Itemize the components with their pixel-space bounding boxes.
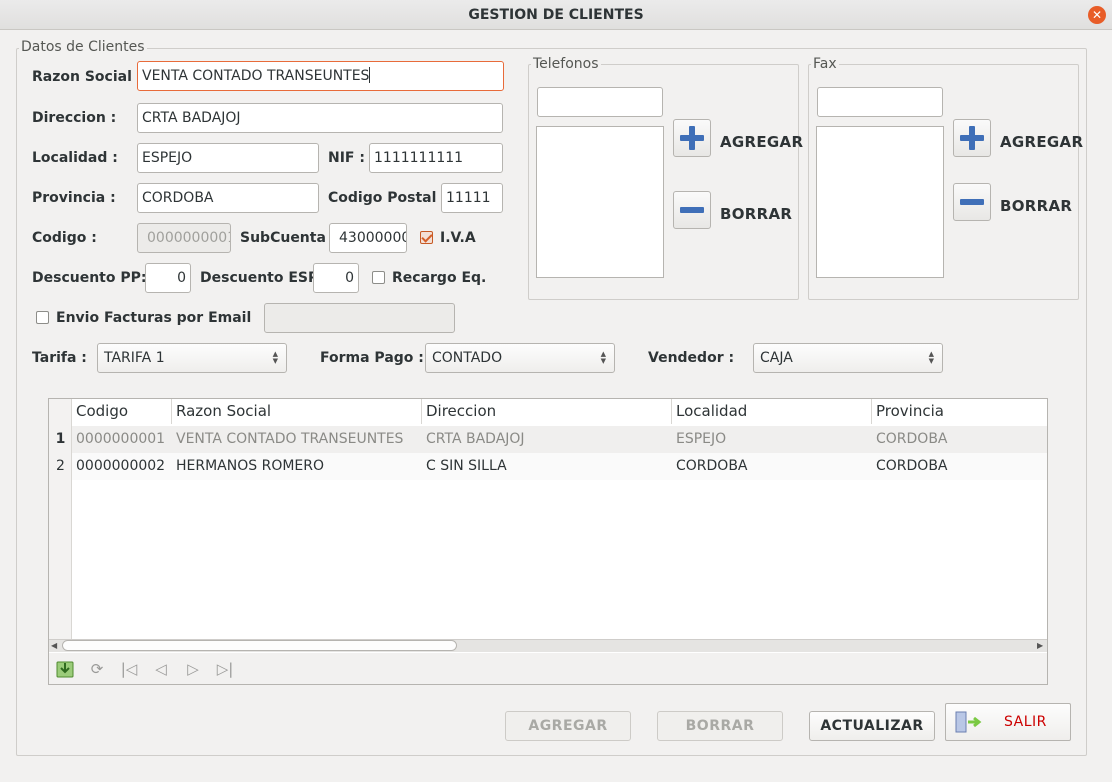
updown-icon: ▲ ▼	[272, 350, 278, 365]
recargo-checkbox[interactable]	[372, 271, 385, 284]
cell-codigo[interactable]: 0000000002	[72, 453, 165, 480]
tarifa-select[interactable]: TARIFA 1 ▲ ▼	[97, 343, 287, 373]
agregar-button[interactable]: AGREGAR	[505, 711, 631, 741]
minus-icon	[680, 207, 704, 213]
fax-input[interactable]	[817, 87, 943, 117]
tarifa-value: TARIFA 1	[104, 350, 165, 366]
datos-group-label: Datos de Clientes	[19, 39, 147, 55]
actualizar-button[interactable]: ACTUALIZAR	[809, 711, 935, 741]
fax-add-label: AGREGAR	[1000, 133, 1084, 151]
vendedor-select[interactable]: CAJA ▲ ▼	[753, 343, 943, 373]
codigo-postal-field[interactable]: 11111	[441, 183, 503, 213]
forma-pago-label: Forma Pago :	[320, 350, 424, 366]
column-header-provincia[interactable]: Provincia	[872, 399, 1047, 424]
telefonos-list[interactable]	[536, 126, 664, 278]
localidad-label: Localidad :	[32, 150, 118, 166]
iva-label: I.V.A	[440, 230, 476, 246]
save-record-icon[interactable]	[54, 658, 76, 680]
direccion-field[interactable]: CRTA BADAJOJ	[137, 103, 503, 133]
telefono-add-label: AGREGAR	[720, 133, 804, 151]
descuento-esp-label: Descuento ESP:	[200, 270, 324, 286]
column-header-codigo[interactable]: Codigo	[72, 399, 172, 424]
fax-group-label: Fax	[811, 56, 839, 72]
envio-email-checkbox[interactable]	[36, 311, 49, 324]
next-record-icon[interactable]: ▷	[182, 659, 204, 679]
scroll-left-icon[interactable]: ◀	[51, 639, 61, 652]
telefonos-group-label: Telefonos	[531, 56, 601, 72]
descuento-esp-field[interactable]: 0	[313, 263, 359, 293]
column-header-razon-social[interactable]: Razon Social	[172, 399, 422, 424]
exit-icon	[954, 710, 986, 734]
cell-provincia[interactable]: CORDOBA	[872, 453, 948, 480]
fax-del-button[interactable]	[953, 183, 991, 221]
forma-pago-select[interactable]: CONTADO ▲ ▼	[425, 343, 615, 373]
vendedor-value: CAJA	[760, 350, 793, 366]
nif-field[interactable]: 1111111111	[369, 143, 503, 173]
fax-del-label: BORRAR	[1000, 197, 1073, 215]
telefono-del-button[interactable]	[673, 191, 711, 229]
fax-list[interactable]	[816, 126, 944, 278]
borrar-button[interactable]: BORRAR	[657, 711, 783, 741]
descuento-pp-field[interactable]: 0	[145, 263, 191, 293]
column-header-localidad[interactable]: Localidad	[672, 399, 872, 424]
tarifa-label: Tarifa :	[32, 350, 87, 366]
plus-icon	[680, 126, 704, 150]
forma-pago-value: CONTADO	[432, 350, 503, 366]
scroll-right-icon[interactable]: ▶	[1037, 639, 1047, 652]
fax-add-button[interactable]	[953, 119, 991, 157]
salir-button[interactable]: SALIR	[945, 703, 1071, 741]
plus-icon	[960, 126, 984, 150]
cell-direccion[interactable]: CRTA BADAJOJ	[422, 426, 525, 453]
codigo-postal-label: Codigo Postal :	[328, 190, 447, 206]
localidad-field[interactable]: ESPEJO	[137, 143, 319, 173]
razon-social-field[interactable]: VENTA CONTADO TRANSEUNTES	[137, 61, 504, 91]
minus-icon	[960, 199, 984, 205]
subcuenta-field[interactable]: 43000000	[329, 223, 407, 253]
descuento-pp-label: Descuento PP:	[32, 270, 147, 286]
scrollbar-thumb[interactable]	[62, 640, 457, 651]
codigo-label: Codigo :	[32, 230, 97, 246]
cell-razon-social[interactable]: VENTA CONTADO TRANSEUNTES	[172, 426, 403, 453]
provincia-field[interactable]: CORDOBA	[137, 183, 319, 213]
telefono-add-button[interactable]	[673, 119, 711, 157]
cell-provincia[interactable]: CORDOBA	[872, 426, 948, 453]
recargo-label: Recargo Eq.	[392, 270, 487, 286]
vendedor-label: Vendedor :	[648, 350, 735, 366]
cell-razon-social[interactable]: HERMANOS ROMERO	[172, 453, 324, 480]
subcuenta-label: SubCuenta :	[240, 230, 337, 246]
nif-label: NIF :	[328, 150, 365, 166]
provincia-label: Provincia :	[32, 190, 116, 206]
email-field	[264, 303, 455, 333]
updown-icon: ▲ ▼	[928, 350, 934, 365]
codigo-field: 0000000001	[137, 223, 231, 253]
telefono-input[interactable]	[537, 87, 663, 117]
iva-checkbox[interactable]	[420, 231, 433, 244]
window-title: GESTION DE CLIENTES	[468, 7, 644, 23]
previous-record-icon[interactable]: ◁	[150, 659, 172, 679]
first-record-icon[interactable]: |◁	[118, 659, 140, 679]
cell-localidad[interactable]: CORDOBA	[672, 453, 748, 480]
close-icon[interactable]: ✕	[1088, 6, 1106, 24]
last-record-icon[interactable]: ▷|	[214, 659, 236, 679]
column-header-direccion[interactable]: Direccion	[422, 399, 672, 424]
refresh-icon[interactable]: ⟳	[86, 659, 108, 679]
row-number: 1	[55, 431, 66, 447]
razon-social-label: Razon Social :	[32, 69, 143, 85]
cell-localidad[interactable]: ESPEJO	[672, 426, 726, 453]
updown-icon: ▲ ▼	[600, 350, 606, 365]
direccion-label: Direccion :	[32, 110, 117, 126]
salir-label: SALIR	[1004, 714, 1047, 730]
telefono-del-label: BORRAR	[720, 205, 793, 223]
row-number: 2	[56, 458, 65, 474]
cell-codigo[interactable]: 0000000001	[72, 426, 165, 453]
cell-direccion[interactable]: C SIN SILLA	[422, 453, 507, 480]
envio-email-label: Envio Facturas por Email	[56, 310, 252, 326]
